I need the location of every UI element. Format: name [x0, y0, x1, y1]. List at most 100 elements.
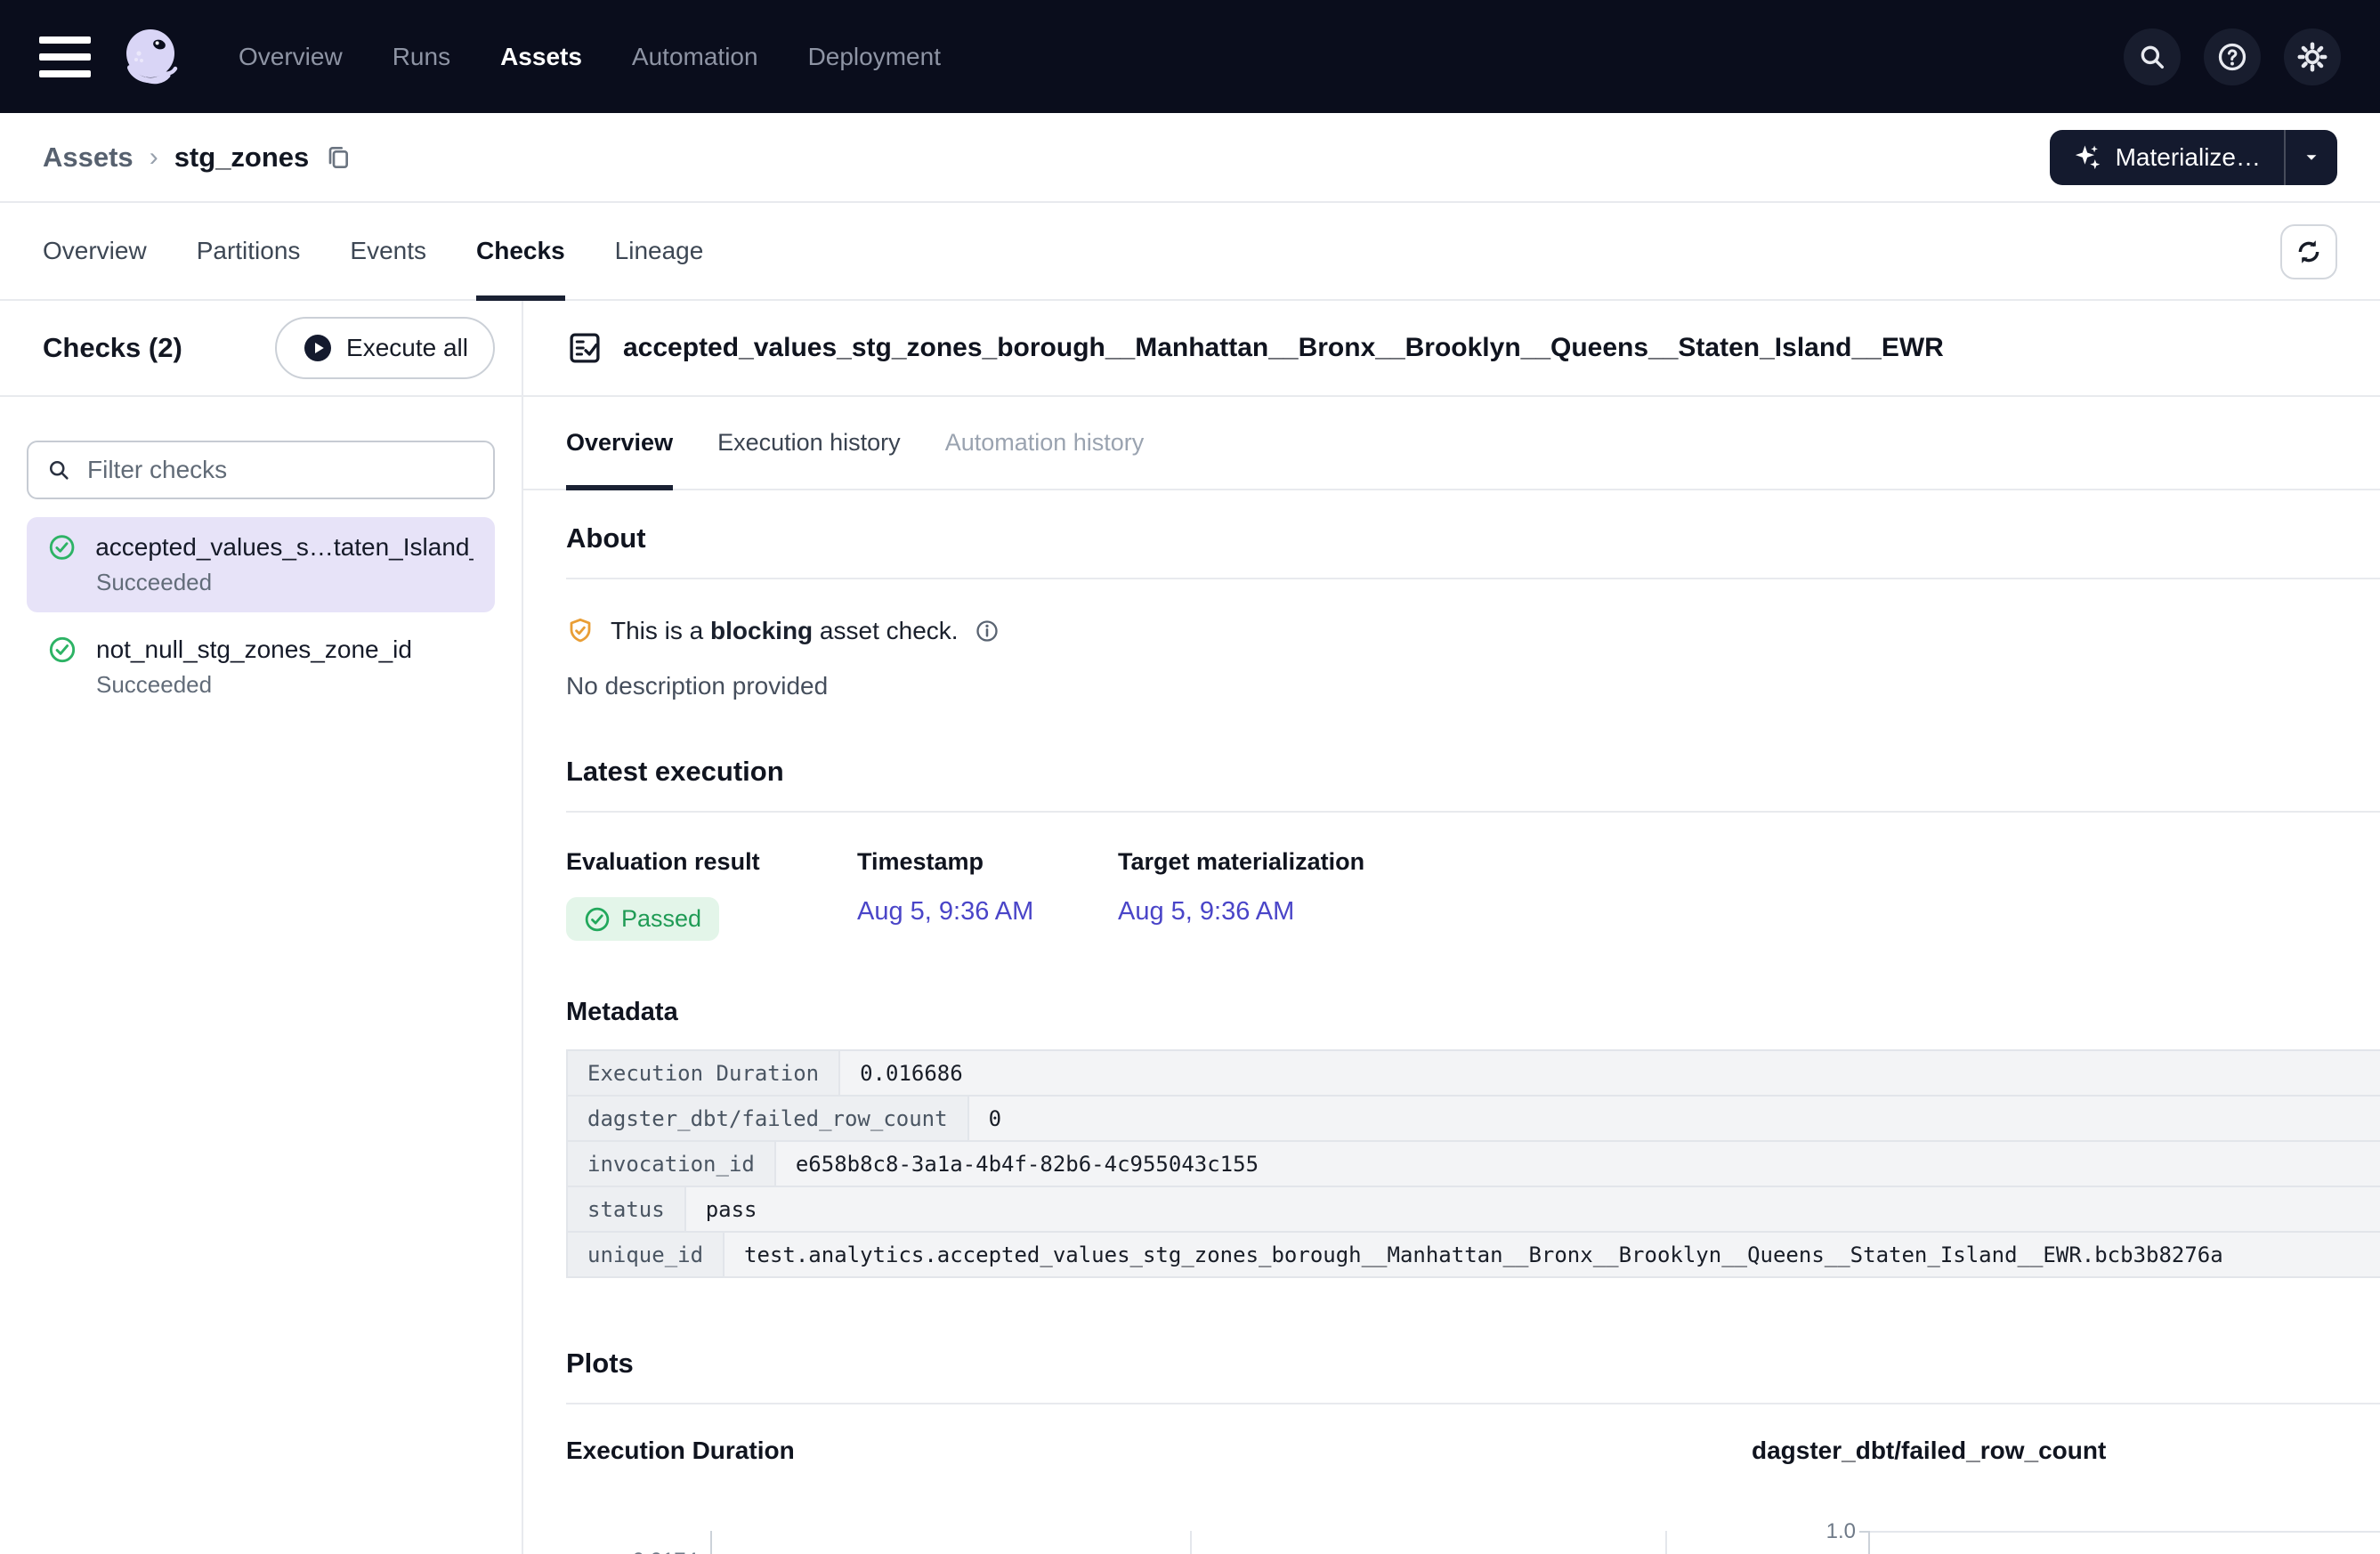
tab-lineage[interactable]: Lineage [615, 203, 704, 299]
latest-execution-columns: Evaluation result Passed Timestamp A [566, 848, 2380, 941]
page-body: Checks (2) Execute all [0, 301, 2380, 1554]
checks-sidebar-content: accepted_values_s…taten_Island_ Succeede… [0, 397, 522, 715]
asset-check-icon [566, 329, 603, 367]
tab-checks[interactable]: Checks [476, 203, 565, 299]
check-name: accepted_values_s…taten_Island_ [95, 533, 474, 562]
check-tab-overview[interactable]: Overview [566, 397, 673, 489]
failed-row-count-chart: dagster_dbt/failed_row_count 1.0 0.6 [1710, 1437, 2380, 1554]
filter-checks-box [27, 441, 495, 499]
copy-asset-name-button[interactable] [323, 143, 352, 172]
caret-down-icon [2300, 146, 2323, 169]
checks-sidebar-header: Checks (2) Execute all [0, 301, 522, 397]
divider [566, 1403, 2380, 1404]
help-button[interactable] [2204, 28, 2261, 85]
about-heading: About [566, 522, 2380, 554]
nav-item-overview[interactable]: Overview [239, 43, 343, 71]
table-row: unique_id test.analytics.accepted_values… [568, 1231, 2380, 1276]
execute-all-label: Execute all [346, 334, 468, 362]
breadcrumb-assets-link[interactable]: Assets [43, 142, 134, 174]
materialize-button[interactable]: Materialize… [2050, 130, 2284, 185]
chart-plot-area: 0.0174 [710, 1531, 1667, 1554]
tab-overview[interactable]: Overview [43, 203, 147, 299]
metadata-key: invocation_id [568, 1142, 776, 1186]
primary-nav: Overview Runs Assets Automation Deployme… [239, 43, 941, 71]
checks-count-heading: Checks (2) [43, 332, 182, 364]
blocking-note-row: This is a blocking asset check. [566, 617, 2380, 645]
search-icon [2137, 42, 2167, 72]
y-axis-tick-label: 0.0174 [633, 1549, 698, 1554]
metadata-table: Execution Duration 0.016686 dagster_dbt/… [566, 1049, 2380, 1278]
y-axis-tick-label: 1.0 [1826, 1519, 1856, 1544]
plots-heading: Plots [566, 1348, 2380, 1380]
nav-item-deployment[interactable]: Deployment [808, 43, 941, 71]
blocking-prefix: This is a [611, 617, 710, 644]
breadcrumb-row: Assets › stg_zones Materialize… [0, 113, 2380, 203]
settings-button[interactable] [2284, 28, 2341, 85]
metadata-value: e658b8c8-3a1a-4b4f-82b6-4c955043c155 [776, 1142, 2380, 1186]
table-row: status pass [568, 1186, 2380, 1231]
execute-all-button[interactable]: Execute all [275, 317, 495, 379]
check-list: accepted_values_s…taten_Island_ Succeede… [27, 517, 495, 715]
filter-checks-input[interactable] [85, 455, 475, 485]
passed-status-badge: Passed [566, 897, 719, 941]
metadata-value: 0 [969, 1097, 2380, 1140]
check-tab-automation-history[interactable]: Automation history [945, 397, 1145, 489]
help-icon [2216, 41, 2248, 73]
metadata-key: status [568, 1187, 686, 1231]
metadata-value: 0.016686 [840, 1051, 2380, 1095]
refresh-button[interactable] [2280, 224, 2337, 279]
divider [566, 578, 2380, 579]
timestamp-link[interactable]: Aug 5, 9:36 AM [857, 897, 1033, 926]
metadata-heading: Metadata [566, 998, 2380, 1026]
materialize-split-button: Materialize… [2050, 130, 2337, 185]
asset-tabs: Overview Partitions Events Checks Lineag… [0, 203, 2380, 301]
check-list-item-not-null[interactable]: not_null_stg_zones_zone_id Succeeded [27, 619, 495, 715]
blocking-suffix: asset check. [813, 617, 958, 644]
metadata-key: dagster_dbt/failed_row_count [568, 1097, 969, 1140]
divider [566, 811, 2380, 813]
chart-plot-area: 1.0 0.6 [1868, 1531, 2380, 1554]
copy-icon [323, 143, 352, 172]
check-tab-execution-history[interactable]: Execution history [717, 397, 901, 489]
metadata-key: Execution Duration [568, 1051, 840, 1095]
settings-gear-icon [2296, 41, 2328, 73]
info-icon[interactable] [975, 619, 1000, 643]
chart-title: dagster_dbt/failed_row_count [1752, 1437, 2380, 1465]
nav-item-automation[interactable]: Automation [632, 43, 758, 71]
metadata-value: test.analytics.accepted_values_stg_zones… [725, 1233, 2380, 1276]
materialize-dropdown-button[interactable] [2284, 130, 2337, 185]
tab-events[interactable]: Events [350, 203, 426, 299]
shield-check-icon [566, 617, 595, 645]
play-circle-icon [302, 332, 334, 364]
plots-row: Execution Duration 0.0174 dagster_dbt/fa… [523, 1437, 2380, 1554]
search-button[interactable] [2124, 28, 2181, 85]
check-status: Succeeded [96, 569, 474, 596]
table-row: invocation_id e658b8c8-3a1a-4b4f-82b6-4c… [568, 1140, 2380, 1186]
latest-execution-heading: Latest execution [566, 756, 2380, 788]
check-detail-panel: accepted_values_stg_zones_borough__Manha… [523, 301, 2380, 1554]
blocking-note: This is a blocking asset check. [611, 617, 959, 645]
check-list-item-accepted-values[interactable]: accepted_values_s…taten_Island_ Succeede… [27, 517, 495, 612]
nav-item-assets[interactable]: Assets [500, 43, 582, 71]
metadata-value: pass [686, 1187, 2380, 1231]
execution-duration-chart: Execution Duration 0.0174 [566, 1437, 1710, 1554]
nav-item-runs[interactable]: Runs [393, 43, 450, 71]
breadcrumb-chevron-icon: › [150, 142, 158, 173]
materialize-label: Materialize… [2116, 143, 2261, 172]
tab-partitions[interactable]: Partitions [197, 203, 301, 299]
check-status: Succeeded [96, 671, 474, 699]
blocking-bold: blocking [710, 617, 813, 644]
check-title-row: accepted_values_stg_zones_borough__Manha… [523, 301, 2380, 397]
table-row: Execution Duration 0.016686 [568, 1051, 2380, 1095]
dagster-app-window: Overview Runs Assets Automation Deployme… [0, 0, 2380, 1554]
no-description-text: No description provided [566, 672, 2380, 700]
target-materialization-label: Target materialization [1118, 848, 1364, 876]
breadcrumb-current-asset: stg_zones [174, 142, 310, 174]
hamburger-menu-icon[interactable] [39, 36, 91, 77]
chart-title: Execution Duration [566, 1437, 1710, 1465]
dagster-logo[interactable] [114, 20, 187, 93]
timestamp-label: Timestamp [857, 848, 1118, 876]
target-materialization-link[interactable]: Aug 5, 9:36 AM [1118, 897, 1294, 926]
checks-sidebar: Checks (2) Execute all [0, 301, 523, 1554]
sparkle-icon [2073, 142, 2103, 173]
